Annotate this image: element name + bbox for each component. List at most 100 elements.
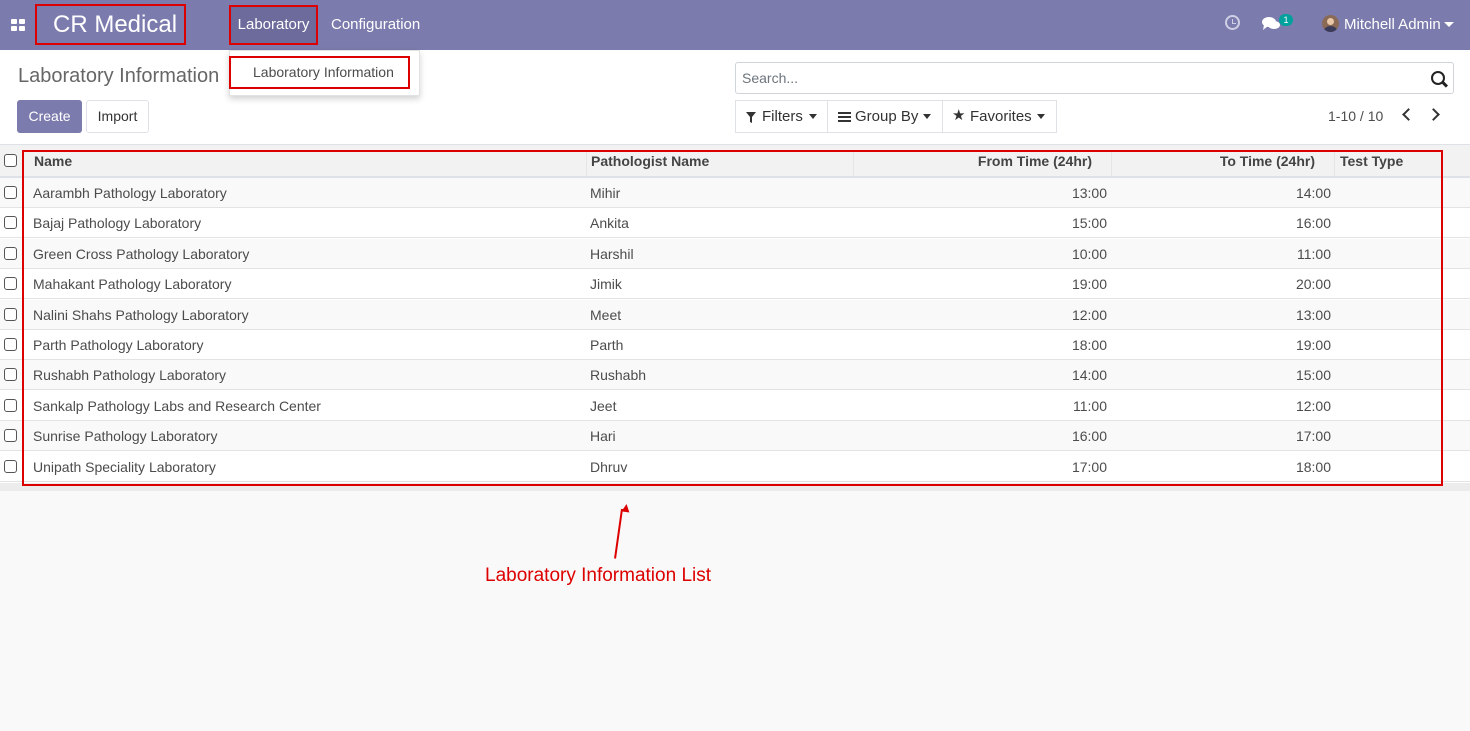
group-by-label: Group By <box>855 108 919 125</box>
table-row[interactable]: Sunrise Pathology Laboratory Hari 16:00 17:… <box>0 421 1470 452</box>
cell-name: Rushabh Pathology Laboratory <box>33 367 227 384</box>
caret-down-icon <box>1037 114 1045 119</box>
row-checkbox[interactable] <box>4 398 17 412</box>
cell-to-time: 20:00 <box>1295 276 1331 293</box>
cell-from-time: 14:00 <box>1071 367 1107 384</box>
column-header-pathologist[interactable]: Pathologist Name <box>591 145 709 176</box>
star-icon: ★ <box>952 107 966 124</box>
dropdown-item-laboratory-information[interactable]: Laboratory Information <box>229 56 410 89</box>
row-checkbox[interactable] <box>4 459 17 473</box>
cell-name: Sunrise Pathology Laboratory <box>33 428 218 445</box>
filter-icon <box>746 112 756 123</box>
search-box <box>735 62 1454 94</box>
menu-laboratory[interactable]: Laboratory <box>229 5 318 45</box>
column-divider <box>1334 150 1335 176</box>
cell-from-time: 17:00 <box>1071 458 1107 475</box>
chat-icon[interactable] <box>1262 16 1280 31</box>
cell-name: Mahakant Pathology Laboratory <box>33 276 232 293</box>
annotation-label: Laboratory Information List <box>485 565 712 586</box>
cell-name: Parth Pathology Laboratory <box>33 337 204 353</box>
table-row[interactable]: Aarambh Pathology Laboratory Mihir 13:00 14… <box>0 178 1470 208</box>
clock-icon[interactable] <box>1225 15 1240 30</box>
favorites-button[interactable]: ★ Favorites <box>942 100 1057 133</box>
top-navbar: CR Medical Laboratory Configuration 1 Mi… <box>0 0 1470 50</box>
table-footer <box>0 483 1470 491</box>
cell-from-time: 16:00 <box>1071 428 1107 445</box>
cell-name: Bajaj Pathology Laboratory <box>33 215 202 232</box>
cell-to-time: 14:00 <box>1295 185 1331 201</box>
cell-name: Nalini Shahs Pathology Laboratory <box>33 306 249 323</box>
column-header-from-time[interactable]: From Time (24hr) <box>978 145 1092 176</box>
cell-pathologist: Dhruv <box>590 458 628 475</box>
annotation-arrow-head <box>621 503 631 513</box>
create-button[interactable]: Create <box>17 100 82 133</box>
import-button[interactable]: Import <box>86 100 149 133</box>
cell-to-time: 19:00 <box>1295 337 1331 353</box>
cell-to-time: 18:00 <box>1295 458 1331 475</box>
select-all-checkbox[interactable] <box>4 154 17 167</box>
cell-from-time: 13:00 <box>1071 185 1107 201</box>
row-checkbox[interactable] <box>4 277 17 291</box>
table-row[interactable]: Parth Pathology Laboratory Parth 18:00 19:0… <box>0 330 1470 360</box>
cell-name: Sankalp Pathology Labs and Research Cent… <box>33 397 321 414</box>
row-checkbox[interactable] <box>4 307 17 321</box>
cell-from-time: 15:00 <box>1071 215 1107 232</box>
search-icon[interactable] <box>1431 71 1445 85</box>
cell-to-time: 12:00 <box>1295 397 1331 414</box>
cell-pathologist: Hari <box>590 428 616 445</box>
table-row[interactable]: Nalini Shahs Pathology Laboratory Meet 12:… <box>0 299 1470 330</box>
cell-from-time: 19:00 <box>1071 276 1107 293</box>
cell-from-time: 10:00 <box>1071 245 1107 262</box>
cell-to-time: 11:00 <box>1297 245 1331 262</box>
column-header-to-time[interactable]: To Time (24hr) <box>1220 145 1315 176</box>
column-header-name[interactable]: Name <box>34 145 72 176</box>
row-checkbox[interactable] <box>4 368 17 382</box>
caret-down-icon[interactable] <box>1444 22 1454 27</box>
caret-down-icon <box>809 114 817 119</box>
cell-name: Unipath Speciality Laboratory <box>33 458 216 475</box>
apps-icon[interactable] <box>11 19 25 31</box>
app-brand[interactable]: CR Medical <box>35 4 186 45</box>
message-count-badge: 1 <box>1279 14 1293 26</box>
table-row[interactable]: Sankalp Pathology Labs and Research Cent… <box>0 391 1470 421</box>
avatar[interactable] <box>1322 15 1339 32</box>
menu-configuration[interactable]: Configuration <box>331 15 420 35</box>
breadcrumb: Laboratory Information <box>18 65 220 87</box>
cell-pathologist: Mihir <box>590 185 621 201</box>
column-divider <box>586 150 587 176</box>
cell-pathologist: Ankita <box>590 215 629 232</box>
cell-pathologist: Meet <box>590 306 622 323</box>
row-checkbox[interactable] <box>4 186 17 199</box>
caret-down-icon <box>923 114 931 119</box>
filters-label: Filters <box>762 108 803 125</box>
cell-pathologist: Rushabh <box>590 367 647 384</box>
cell-name: Aarambh Pathology Laboratory <box>33 185 227 201</box>
table-row[interactable]: Bajaj Pathology Laboratory Ankita 15:00 16:… <box>0 208 1470 239</box>
search-input[interactable] <box>742 63 1402 93</box>
pager-value[interactable]: 1-10 / 10 <box>1328 107 1383 125</box>
cell-pathologist: Jeet <box>590 397 617 414</box>
column-header-test-type[interactable]: Test Type <box>1340 145 1403 176</box>
cell-pathologist: Parth <box>590 337 624 353</box>
cell-name: Green Cross Pathology Laboratory <box>33 245 250 262</box>
cell-to-time: 17:00 <box>1295 428 1331 445</box>
cell-to-time: 15:00 <box>1295 367 1331 384</box>
cell-to-time: 13:00 <box>1295 306 1331 323</box>
table-row[interactable]: Green Cross Pathology Laboratory Harshil 1… <box>0 238 1470 269</box>
filters-button[interactable]: Filters <box>735 100 828 133</box>
table-header: Name Pathologist Name From Time (24hr) T… <box>0 145 1470 178</box>
group-by-button[interactable]: Group By <box>827 100 943 133</box>
column-divider <box>853 150 854 176</box>
table-row[interactable]: Mahakant Pathology Laboratory Jimik 19:00 2… <box>0 269 1470 300</box>
row-checkbox[interactable] <box>4 246 17 260</box>
annotation-arrow <box>614 508 623 559</box>
user-menu[interactable]: Mitchell Admin <box>1344 15 1441 35</box>
row-checkbox[interactable] <box>4 338 17 351</box>
table-row[interactable]: Rushabh Pathology Laboratory Rushabh 14:00… <box>0 360 1470 391</box>
group-by-icon <box>838 112 851 122</box>
favorites-label: Favorites <box>970 108 1032 125</box>
cell-to-time: 16:00 <box>1295 215 1331 232</box>
row-checkbox[interactable] <box>4 429 17 443</box>
row-checkbox[interactable] <box>4 216 17 230</box>
table-row[interactable]: Unipath Speciality Laboratory Dhruv 17:00 1… <box>0 452 1470 482</box>
